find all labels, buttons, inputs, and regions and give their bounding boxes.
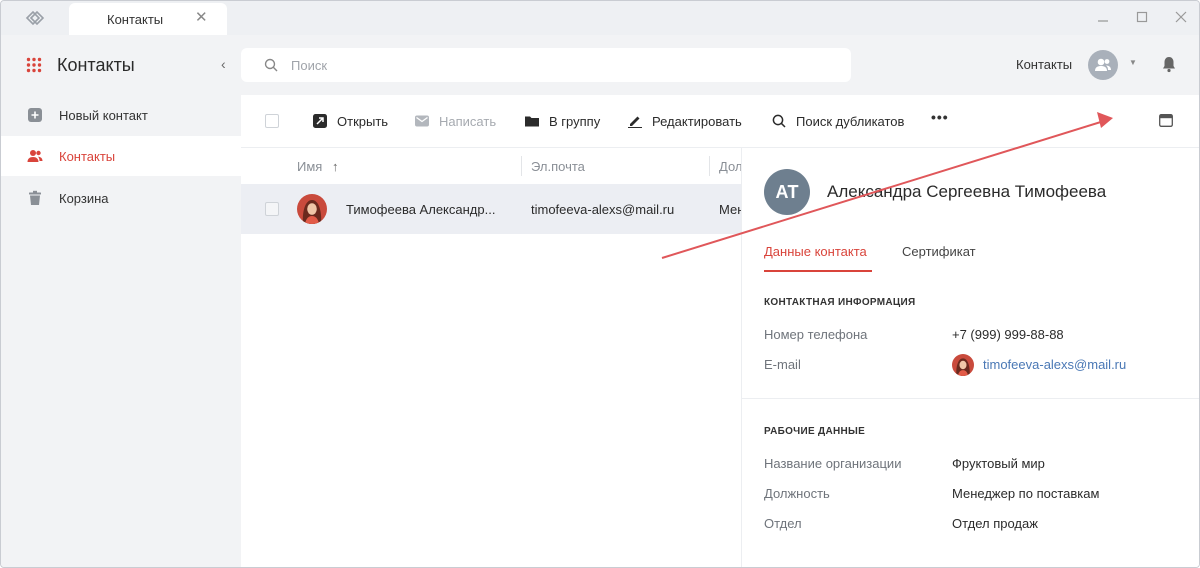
folder-icon: [525, 116, 539, 127]
sidebar-item-label: Контакты: [59, 149, 116, 164]
avatar: [297, 194, 327, 224]
email-link[interactable]: timofeeva-alexs@mail.ru: [983, 357, 1126, 372]
trash-icon: [29, 190, 41, 205]
open-external-icon: [313, 114, 327, 128]
tab-label: Контакты: [107, 12, 164, 27]
tab-certificate[interactable]: Сертификат: [902, 244, 976, 259]
open-button[interactable]: Открыть: [313, 112, 393, 132]
column-header-email[interactable]: Эл.почта: [531, 159, 585, 174]
sidebar: Новый контакт Контакты Корзина: [1, 95, 241, 567]
sidebar-item-new-contact[interactable]: Новый контакт: [1, 95, 241, 135]
email-label: E-mail: [764, 357, 801, 372]
sidebar-item-trash[interactable]: Корзина: [1, 178, 241, 218]
contact-full-name: Александра Сергеевна Тимофеева: [827, 182, 1107, 201]
row-name: Тимофеева Александр...: [346, 202, 496, 217]
avatar: [952, 354, 974, 376]
tab-contacts[interactable]: Контакты ✕: [69, 3, 227, 35]
column-divider[interactable]: [521, 156, 522, 176]
users-icon: [27, 150, 43, 162]
contact-detail-panel: АТ Александра Сергеевна Тимофеева Данные…: [741, 148, 1199, 567]
table-row[interactable]: Тимофеева Александр... timofeeva-alexs@m…: [241, 184, 741, 234]
position-label: Должность: [764, 486, 830, 501]
sidebar-item-label: Новый контакт: [59, 108, 148, 123]
account-label: Контакты: [1016, 57, 1073, 72]
app-logo-icon: [25, 10, 45, 26]
panel-toggle-icon[interactable]: [1159, 114, 1173, 127]
search-box[interactable]: [241, 48, 851, 82]
section-title-contact: КОНТАКТНАЯ ИНФОРМАЦИЯ: [764, 297, 916, 308]
column-header-name[interactable]: Имя: [297, 159, 322, 174]
active-tab-indicator: [764, 270, 872, 272]
search-input[interactable]: [291, 53, 831, 77]
position-value: Менеджер по поставкам: [952, 486, 1100, 501]
write-button[interactable]: Написать: [415, 112, 505, 132]
minimize-icon[interactable]: [1095, 9, 1111, 25]
apps-grid-icon[interactable]: [26, 57, 42, 73]
plus-square-icon: [28, 108, 42, 122]
title-bar: Контакты ✕: [1, 1, 1199, 35]
to-group-button[interactable]: В группу: [525, 112, 615, 132]
chevron-down-icon[interactable]: ▼: [1129, 58, 1137, 67]
table-header: Имя ↑ Эл.почта Дол: [241, 148, 742, 184]
column-header-position[interactable]: Дол: [719, 159, 742, 174]
select-all-checkbox[interactable]: [265, 114, 279, 128]
bell-icon[interactable]: [1161, 55, 1177, 73]
sidebar-item-label: Корзина: [59, 191, 109, 206]
find-duplicates-button[interactable]: Поиск дубликатов: [772, 112, 917, 132]
write-label: Написать: [439, 114, 497, 129]
sidebar-item-contacts[interactable]: Контакты: [1, 136, 241, 176]
row-checkbox[interactable]: [265, 202, 279, 216]
organization-value: Фруктовый мир: [952, 456, 1045, 471]
app-header: Контакты ‹ Контакты ▼: [1, 35, 1199, 95]
department-label: Отдел: [764, 516, 802, 531]
search-icon: [772, 114, 786, 128]
users-icon: [1095, 58, 1111, 71]
edit-button[interactable]: Редактировать: [628, 112, 748, 132]
pencil-icon: [628, 116, 642, 128]
department-value: Отдел продаж: [952, 516, 1038, 531]
tab-close-icon[interactable]: ✕: [195, 10, 208, 26]
more-icon[interactable]: •••: [931, 109, 949, 125]
sort-asc-icon[interactable]: ↑: [332, 159, 339, 174]
row-email: timofeeva-alexs@mail.ru: [531, 202, 675, 217]
mail-icon: [415, 115, 429, 127]
section-title-work: РАБОЧИЕ ДАННЫЕ: [764, 426, 866, 437]
organization-label: Название организации: [764, 456, 902, 471]
maximize-icon[interactable]: [1134, 9, 1150, 25]
account-avatar[interactable]: [1088, 50, 1118, 80]
row-position: Мен: [719, 202, 741, 217]
find-duplicates-label: Поиск дубликатов: [796, 114, 905, 129]
avatar: АТ: [764, 169, 810, 215]
divider: [742, 398, 1199, 399]
close-window-icon[interactable]: [1173, 9, 1189, 25]
search-icon: [264, 58, 278, 72]
open-label: Открыть: [337, 114, 389, 129]
column-divider[interactable]: [709, 156, 710, 176]
tab-contact-data[interactable]: Данные контакта: [764, 244, 867, 259]
toolbar: Открыть Написать В группу Редактировать …: [241, 95, 1199, 148]
collapse-sidebar-icon[interactable]: ‹: [221, 56, 226, 72]
phone-label: Номер телефона: [764, 327, 868, 342]
to-group-label: В группу: [549, 114, 601, 129]
phone-value: +7 (999) 999-88-88: [952, 327, 1064, 342]
app-window: Контакты ✕ Контакты ‹ Поиск Контакты ▼ Н…: [0, 0, 1200, 568]
edit-label: Редактировать: [652, 114, 742, 129]
page-title: Контакты: [57, 55, 135, 75]
